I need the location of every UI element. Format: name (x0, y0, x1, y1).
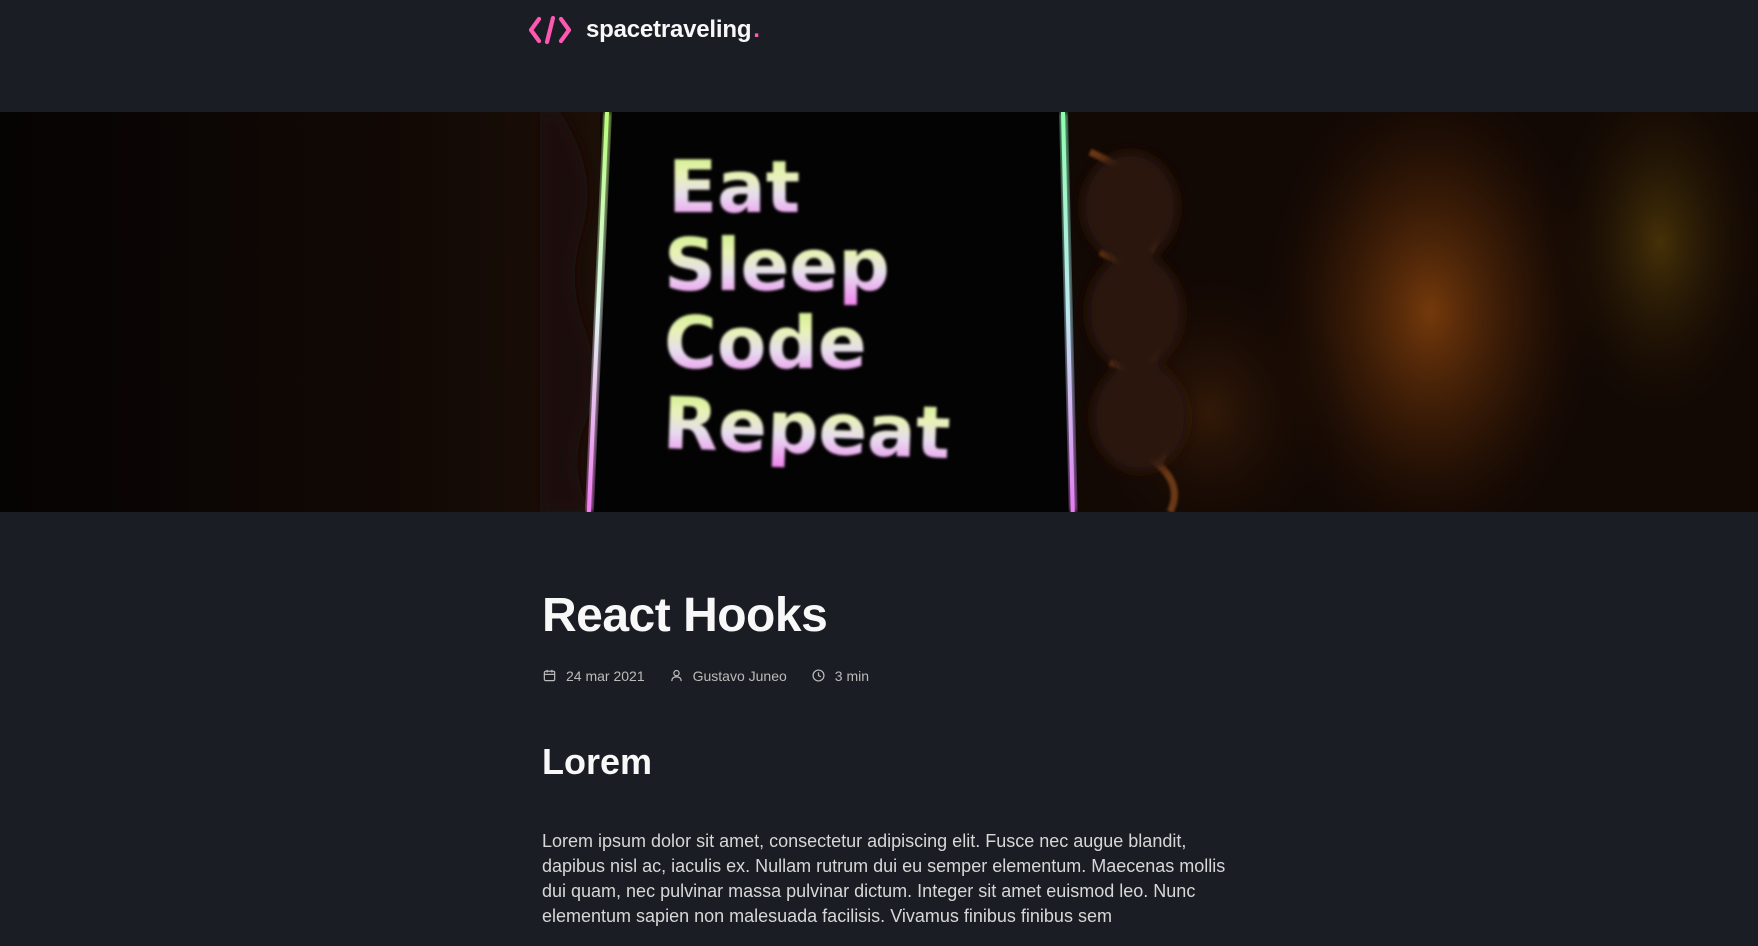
post-reading-time-text: 3 min (834, 667, 870, 684)
clock-icon (812, 669, 825, 682)
banner-illustration: Eat Sleep Code Repeat (0, 112, 1758, 512)
logo-link[interactable]: spacetraveling . (529, 14, 760, 46)
banner-line-repeat: Repeat (661, 381, 951, 475)
post-date-text: 24 mar 2021 (566, 667, 645, 684)
site-header: spacetraveling . (0, 0, 1758, 112)
user-icon (670, 670, 682, 682)
post-author: Gustavo Juneo (669, 668, 787, 684)
post-content: React Hooks 24 mar 2021 Gustavo Juneo 3 (542, 512, 1242, 929)
banner-line-eat: Eat (668, 145, 800, 229)
section-body: Lorem ipsum dolor sit amet, consectetur … (542, 831, 1226, 927)
banner-line-code: Code (664, 301, 867, 385)
post-title: React Hooks (542, 589, 828, 642)
code-brackets-icon (529, 15, 571, 45)
logo-dot: . (753, 16, 760, 43)
calendar-icon (543, 670, 556, 682)
post-banner-image: Eat Sleep Code Repeat (0, 112, 1758, 512)
post-date: 24 mar 2021 (542, 668, 645, 684)
post-author-text: Gustavo Juneo (692, 667, 787, 684)
post-reading-time: 3 min (811, 668, 869, 684)
logo-text: spacetraveling (586, 16, 752, 43)
section-heading: Lorem (542, 740, 653, 782)
banner-line-sleep: Sleep (664, 223, 890, 307)
post-meta: 24 mar 2021 Gustavo Juneo 3 min (542, 668, 1242, 684)
